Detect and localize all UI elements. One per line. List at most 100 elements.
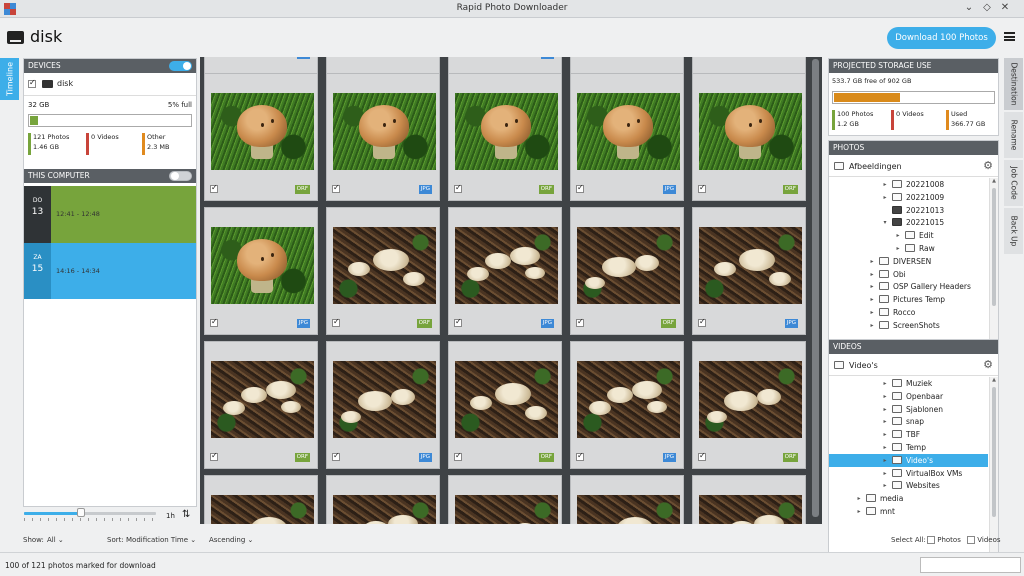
device-checkbox[interactable]: [28, 78, 36, 88]
folder-tree-item[interactable]: ▸ Websites: [829, 479, 988, 492]
chevron-right-icon[interactable]: ▸: [881, 403, 889, 416]
timeline-block[interactable]: DO 13 12:41 - 12:48: [24, 186, 196, 243]
folder-tree-item[interactable]: ▸ Edit: [829, 229, 988, 242]
photo-thumbnail[interactable]: ORF: [570, 207, 684, 335]
photo-thumbnail[interactable]: ORF: [692, 341, 806, 469]
photo-thumbnail[interactable]: JPG: [692, 207, 806, 335]
folder-tree-item[interactable]: ▸ Raw: [829, 242, 988, 255]
tab-back-up[interactable]: Back Up: [1004, 208, 1023, 254]
photo-checkbox[interactable]: [332, 317, 340, 327]
photo-checkbox[interactable]: [454, 183, 462, 193]
folder-tree-item[interactable]: ▸ 20221008: [829, 178, 988, 191]
gear-icon[interactable]: ⚙: [983, 159, 993, 172]
photo-thumbnail[interactable]: ORF: [448, 341, 562, 469]
gear-icon[interactable]: ⚙: [983, 358, 993, 371]
device-row[interactable]: disk: [28, 78, 73, 91]
order-dropdown[interactable]: Ascending ⌄: [209, 536, 253, 544]
photo-thumbnail[interactable]: JPG: [326, 73, 440, 201]
photo-thumbnail[interactable]: JPG: [448, 207, 562, 335]
download-button[interactable]: Download 100 Photos: [887, 27, 996, 49]
chevron-right-icon[interactable]: ▸: [868, 306, 876, 319]
photo-thumbnail[interactable]: JPG: [204, 207, 318, 335]
chevron-right-icon[interactable]: ▸: [894, 242, 902, 255]
photo-checkbox[interactable]: [454, 451, 462, 461]
scrollbar-thumb[interactable]: [992, 188, 996, 306]
this-computer-toggle[interactable]: [169, 171, 192, 181]
chevron-right-icon[interactable]: ▸: [881, 377, 889, 390]
folder-tree-item[interactable]: ▾ 20221015: [829, 216, 988, 229]
maximize-icon[interactable]: ◇: [980, 2, 994, 13]
folder-tree-item[interactable]: ▸ Sjablonen: [829, 403, 988, 416]
photo-checkbox[interactable]: [698, 317, 706, 327]
tab-destination[interactable]: Destination: [1004, 58, 1023, 110]
chevron-right-icon[interactable]: ▸: [881, 467, 889, 480]
photo-thumbnail[interactable]: ORF: [448, 73, 562, 201]
photo-checkbox[interactable]: [210, 183, 218, 193]
chevron-right-icon[interactable]: ▸: [855, 492, 863, 505]
folder-tree-item[interactable]: ▸ Rocco: [829, 306, 988, 319]
photo-thumbnail[interactable]: ORF: [692, 73, 806, 201]
chevron-right-icon[interactable]: ▸: [881, 415, 889, 428]
photo-checkbox[interactable]: [698, 183, 706, 193]
chevron-right-icon[interactable]: ▸: [868, 255, 876, 268]
scrollbar-thumb[interactable]: [812, 59, 819, 517]
photos-destination-bar[interactable]: Afbeeldingen ⚙: [829, 155, 998, 177]
photo-thumbnail[interactable]: ORF: [204, 341, 318, 469]
photo-thumbnail[interactable]: [570, 475, 684, 524]
chevron-right-icon[interactable]: ▸: [868, 293, 876, 306]
folder-tree-item[interactable]: ▸ media: [829, 492, 988, 505]
folder-tree-item[interactable]: ▸ snap: [829, 415, 988, 428]
photos-checkbox[interactable]: [927, 536, 935, 544]
folder-tree-item[interactable]: ▸ VirtualBox VMs: [829, 467, 988, 480]
timeline-zoom-slider[interactable]: [24, 508, 156, 517]
folder-tree-item[interactable]: ▸ Video's: [829, 453, 988, 467]
photo-thumbnail[interactable]: [692, 475, 806, 524]
photo-checkbox[interactable]: [576, 317, 584, 327]
folder-tree-item[interactable]: ▸ DIVERSEN: [829, 255, 988, 268]
folder-tree-item[interactable]: ▸ Temp: [829, 441, 988, 454]
photo-checkbox[interactable]: [454, 317, 462, 327]
chevron-right-icon[interactable]: ▸: [881, 441, 889, 454]
chevron-right-icon[interactable]: ▸: [881, 428, 889, 441]
chevron-right-icon[interactable]: ▸: [868, 268, 876, 281]
photo-checkbox[interactable]: [210, 451, 218, 461]
photo-thumbnail[interactable]: [448, 475, 562, 524]
tab-job-code[interactable]: Job Code: [1004, 160, 1023, 206]
chevron-right-icon[interactable]: ▸: [881, 479, 889, 492]
timeline-block[interactable]: ZA 15 14:16 - 14:34: [24, 243, 196, 299]
chevron-down-icon[interactable]: ▾: [881, 216, 889, 229]
tab-rename[interactable]: Rename: [1004, 112, 1023, 158]
sort-order-icon[interactable]: ⇅: [182, 509, 190, 520]
chevron-right-icon[interactable]: ▸: [868, 280, 876, 293]
photo-thumbnail[interactable]: [326, 475, 440, 524]
videos-checkbox[interactable]: [967, 536, 975, 544]
photo-thumbnail[interactable]: JPG: [326, 341, 440, 469]
slider-handle[interactable]: [76, 508, 85, 517]
minimize-icon[interactable]: ⌄: [962, 2, 976, 13]
photo-thumbnail[interactable]: [204, 475, 318, 524]
hamburger-menu-icon[interactable]: [1004, 32, 1015, 41]
photo-thumbnail[interactable]: ORF: [326, 207, 440, 335]
photo-checkbox[interactable]: [698, 451, 706, 461]
photo-checkbox[interactable]: [332, 451, 340, 461]
scroll-up-icon[interactable]: ▲: [990, 178, 998, 186]
folder-tree-item[interactable]: ▸ OSP Gallery Headers: [829, 280, 988, 293]
scrollbar-thumb[interactable]: [992, 387, 996, 517]
folder-tree-item[interactable]: ▸ Obi: [829, 268, 988, 281]
folder-tree-item[interactable]: ▸ mnt: [829, 505, 988, 518]
select-all-photos[interactable]: Photos: [927, 536, 961, 544]
chevron-right-icon[interactable]: ▸: [881, 178, 889, 191]
chevron-right-icon[interactable]: ▸: [881, 454, 889, 467]
folder-tree-item[interactable]: ▸ Openbaar: [829, 390, 988, 403]
folder-tree-item[interactable]: ▸ Pictures Temp: [829, 293, 988, 306]
folder-tree-item[interactable]: ▸ ScreenShots: [829, 319, 988, 332]
photo-checkbox[interactable]: [576, 183, 584, 193]
chevron-right-icon[interactable]: ▸: [894, 229, 902, 242]
sort-dropdown[interactable]: Modification Time ⌄: [126, 536, 196, 544]
chevron-right-icon[interactable]: ▸: [855, 505, 863, 518]
select-all-videos[interactable]: Videos: [967, 536, 1001, 544]
photo-thumbnail[interactable]: ORF: [204, 73, 318, 201]
close-icon[interactable]: ✕: [998, 2, 1012, 13]
devices-toggle[interactable]: [169, 61, 192, 71]
folder-tree-item[interactable]: ▸ Muziek: [829, 377, 988, 390]
